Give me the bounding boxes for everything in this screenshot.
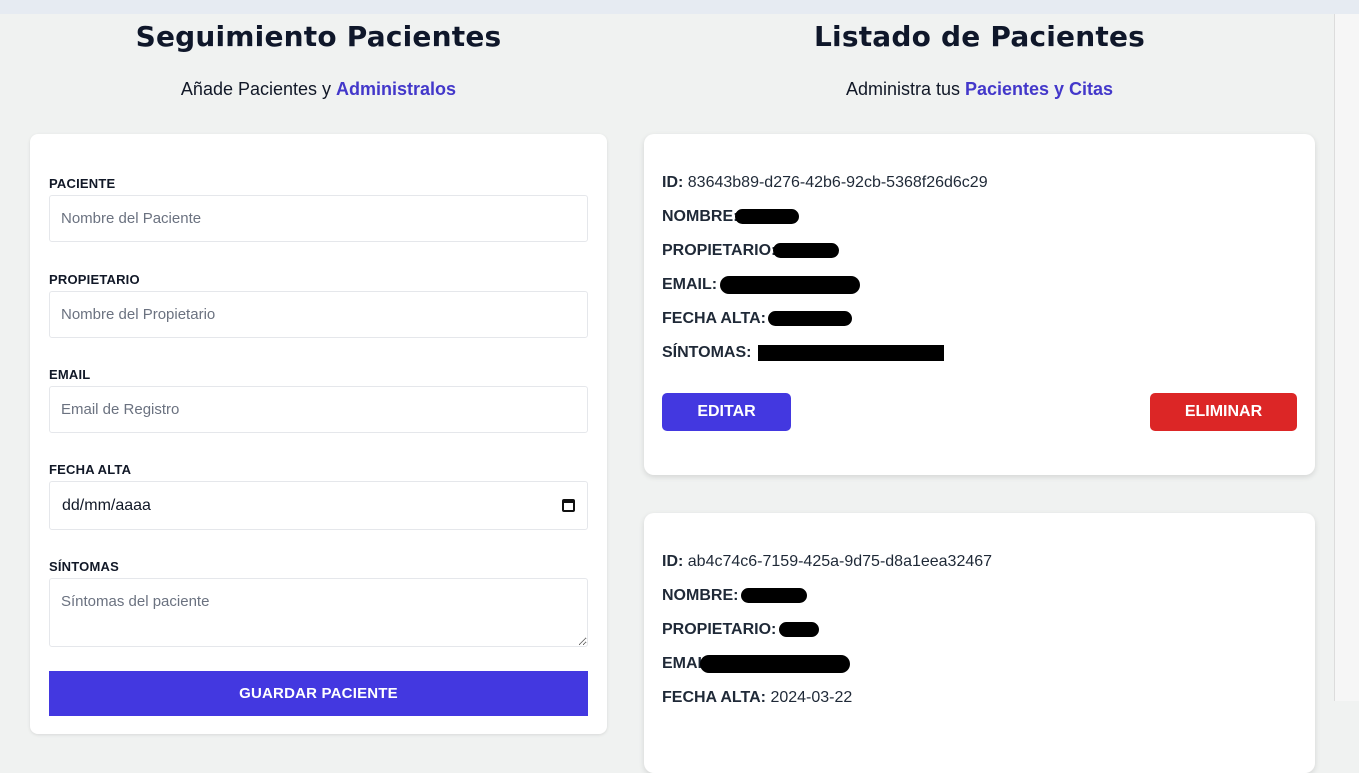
form-top-spacer xyxy=(49,134,588,176)
list-subtitle: Administra tus Pacientes y Citas xyxy=(644,78,1315,100)
guardar-paciente-button[interactable]: Guardar Paciente xyxy=(49,671,588,716)
sintomas-textarea[interactable] xyxy=(49,578,588,647)
redaction-mark xyxy=(778,622,819,638)
redaction-mark xyxy=(699,655,850,673)
patient-nombre-row: Nombre: xyxy=(662,587,1297,621)
redaction-mark xyxy=(768,311,853,327)
redaction-mark xyxy=(772,243,839,259)
eliminar-button[interactable]: Eliminar xyxy=(1150,393,1297,431)
list-subtitle-accent: Pacientes y Citas xyxy=(964,79,1114,99)
patient-id-value: ab4c74c6-7159-425a-9d75-d8a1eea32467 xyxy=(687,553,993,570)
fecha-alta-label: Fecha Alta xyxy=(49,462,132,477)
patient-email-row: Email: xyxy=(662,276,1297,310)
patient-id-value: 83643b89-d276-42b6-92cb-5368f26d6c29 xyxy=(687,174,988,191)
sintomas-label: Síntomas xyxy=(49,559,119,574)
patient-fecha-row: Fecha Alta: xyxy=(662,310,1297,344)
sintomas-label: Síntomas: xyxy=(662,344,752,361)
calendar-icon[interactable] xyxy=(562,499,575,512)
patient-propietario-row: Propietario: xyxy=(662,242,1297,276)
propietario-label: Propietario: xyxy=(662,242,777,259)
redaction-mark xyxy=(740,588,807,604)
nombre-label: Nombre: xyxy=(662,587,739,604)
fecha-alta-label: Fecha Alta: xyxy=(662,310,766,327)
fecha-alta-label: Fecha Alta: xyxy=(662,689,766,706)
email-input[interactable] xyxy=(49,386,588,433)
browser-top-strip xyxy=(0,0,1359,14)
form-subtitle-accent: Administralos xyxy=(336,79,457,99)
page-scrollbar[interactable] xyxy=(1334,14,1359,701)
form-subtitle-prefix: Añade Pacientes y xyxy=(180,79,337,99)
patient-card: ID: 83643b89-d276-42b6-92cb-5368f26d6c29… xyxy=(644,134,1315,475)
nombre-label: Nombre: xyxy=(662,208,739,225)
redaction-mark xyxy=(719,276,860,294)
patient-fecha-row: Fecha Alta: 2024-03-22 xyxy=(662,689,1297,723)
patient-card: ID: ab4c74c6-7159-425a-9d75-d8a1eea32467… xyxy=(644,513,1315,773)
form-section: Seguimiento Pacientes Añade Pacientes y … xyxy=(30,14,607,734)
redaction-mark xyxy=(757,344,944,361)
redaction-mark xyxy=(734,209,799,225)
patient-email-row: Email: xyxy=(662,655,1297,689)
list-subtitle-prefix: Administra tus xyxy=(845,79,965,99)
patient-fecha-value: 2024-03-22 xyxy=(770,689,853,706)
patient-form: Paciente Propietario Email Fecha Alta dd… xyxy=(30,134,607,734)
patient-id-row: ID: 83643b89-d276-42b6-92cb-5368f26d6c29 xyxy=(662,174,1297,208)
id-label: ID: xyxy=(662,174,684,191)
card-actions: Editar Eliminar xyxy=(662,393,1297,431)
propietario-label: Propietario xyxy=(49,272,140,287)
paciente-label: Paciente xyxy=(49,176,116,191)
fecha-alta-input[interactable]: dd/mm/aaaa xyxy=(49,481,588,530)
editar-button[interactable]: Editar xyxy=(662,393,791,431)
list-title: Listado de Pacientes xyxy=(813,20,1146,53)
id-label: ID: xyxy=(662,553,684,570)
form-title: Seguimiento Pacientes xyxy=(135,20,502,53)
form-subtitle: Añade Pacientes y Administralos xyxy=(30,78,607,100)
list-section: Listado de Pacientes Administra tus Paci… xyxy=(644,14,1315,773)
fecha-alta-value: dd/mm/aaaa xyxy=(62,496,151,514)
paciente-input[interactable] xyxy=(49,195,588,242)
patient-id-row: ID: ab4c74c6-7159-425a-9d75-d8a1eea32467 xyxy=(662,553,1297,587)
patient-nombre-row: Nombre: xyxy=(662,208,1297,242)
email-label: Email: xyxy=(662,276,718,294)
patient-sintomas-row: Síntomas: xyxy=(662,344,1297,378)
email-label: Email xyxy=(49,367,91,382)
propietario-label: Propietario: xyxy=(662,621,777,638)
propietario-input[interactable] xyxy=(49,291,588,338)
patient-propietario-row: Propietario: xyxy=(662,621,1297,655)
